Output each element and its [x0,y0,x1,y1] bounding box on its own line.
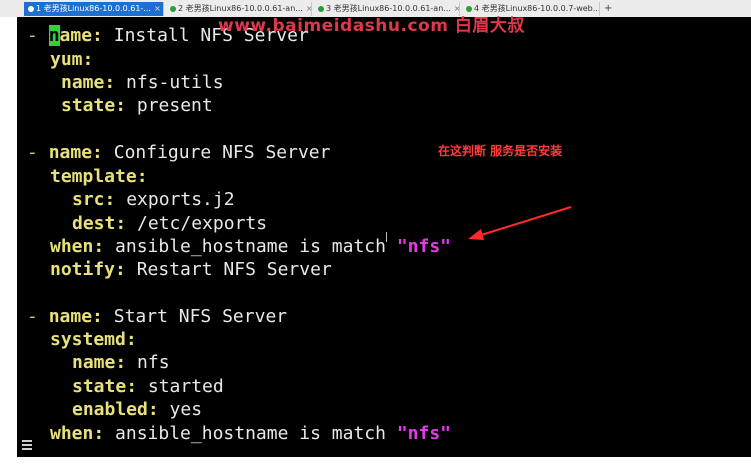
menu-lines-icon[interactable] [22,440,32,452]
mouse-ibeam-icon [386,232,391,242]
red-annotation-arrow-icon [468,206,572,240]
window-bottom-edge [0,457,751,468]
